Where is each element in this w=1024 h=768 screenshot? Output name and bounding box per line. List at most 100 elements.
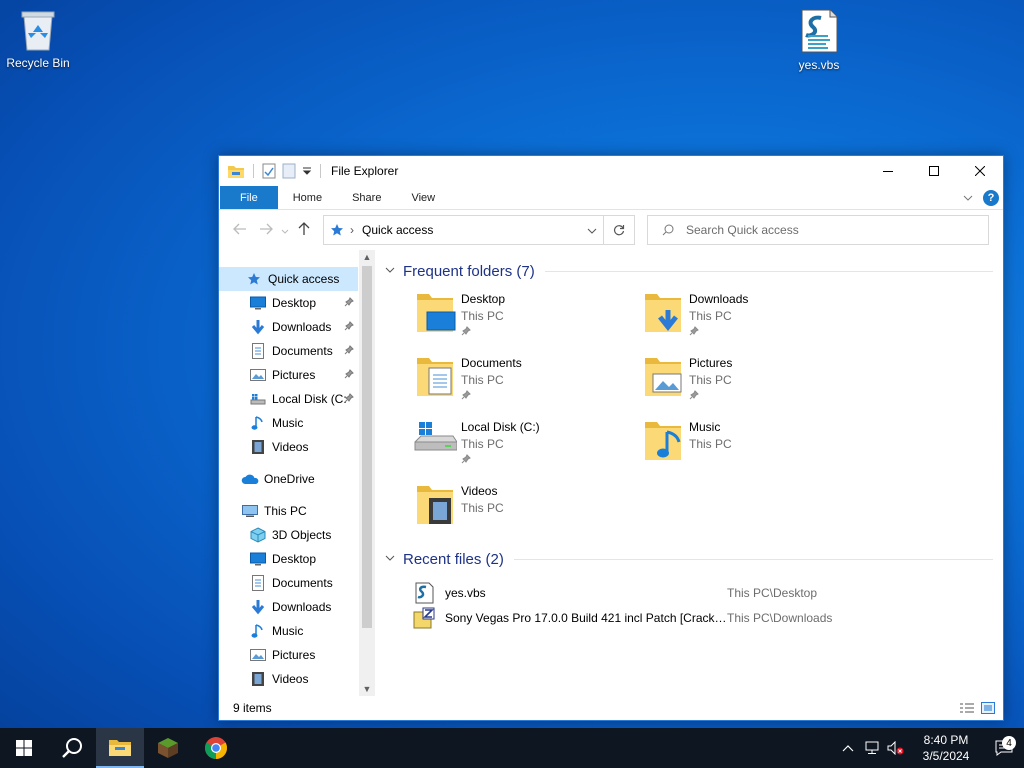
show-hidden-icons-button[interactable] — [836, 744, 860, 752]
scroll-up-icon[interactable]: ▲ — [359, 252, 375, 262]
recent-locations-button[interactable] — [279, 222, 291, 238]
music-folder-icon — [645, 422, 681, 460]
refresh-button[interactable] — [604, 215, 635, 245]
clock[interactable]: 8:40 PM 3/5/2024 — [908, 732, 984, 764]
volume-button[interactable] — [884, 741, 908, 755]
sidebar-item-music-pc[interactable]: Music — [219, 619, 358, 643]
sidebar-item-pictures[interactable]: Pictures — [219, 363, 358, 387]
sidebar-item-downloads-pc[interactable]: Downloads — [219, 595, 358, 619]
address-dropdown-icon[interactable] — [581, 223, 603, 237]
folder-tile-desktop[interactable]: Desktop This PC — [413, 286, 641, 350]
pin-icon — [344, 393, 354, 403]
folder-tile-downloads[interactable]: Downloads This PC — [641, 286, 869, 350]
maximize-button[interactable] — [911, 156, 957, 186]
sidebar-item-label: Music — [272, 624, 304, 638]
details-view-icon[interactable] — [959, 702, 975, 714]
music-icon — [249, 622, 267, 640]
folder-tile-documents[interactable]: Documents This PC — [413, 350, 641, 414]
folder-tile-videos[interactable]: Videos This PC — [413, 478, 641, 542]
expand-ribbon-icon[interactable] — [963, 194, 973, 202]
action-center-button[interactable]: 4 — [984, 736, 1024, 756]
videos-folder-icon — [417, 486, 453, 524]
nav-pane-scrollbar[interactable]: ▲ ▼ — [359, 250, 375, 696]
sidebar-item-label: Documents — [272, 344, 333, 358]
clock-date: 3/5/2024 — [922, 749, 970, 763]
recent-files-header[interactable]: Recent files (2) — [385, 548, 1003, 570]
taskbar-file-explorer[interactable] — [96, 728, 144, 768]
taskbar: 8:40 PM 3/5/2024 4 — [0, 728, 1024, 768]
collapse-chevron-icon[interactable] — [385, 554, 395, 565]
sidebar-item-quick-access[interactable]: Quick access — [219, 267, 358, 291]
new-folder-icon[interactable] — [282, 163, 296, 179]
sidebar-item-3d-objects[interactable]: 3D Objects — [219, 523, 358, 547]
sidebar-item-label: Downloads — [272, 600, 332, 614]
start-button[interactable] — [0, 728, 48, 768]
local-disk-icon — [414, 422, 457, 451]
tab-file[interactable]: File — [220, 186, 278, 209]
chrome-icon — [205, 737, 227, 759]
sidebar-item-videos[interactable]: Videos — [219, 435, 358, 459]
sidebar-item-this-pc[interactable]: This PC — [219, 499, 358, 523]
qat-dropdown-icon[interactable] — [302, 166, 312, 176]
taskbar-chrome[interactable] — [192, 728, 240, 768]
sidebar-item-label: 3D Objects — [272, 528, 332, 542]
recent-file-row[interactable]: yes.vbs This PC\Desktop — [413, 580, 1003, 605]
sidebar-item-label: OneDrive — [264, 472, 315, 486]
sidebar-item-desktop[interactable]: Desktop — [219, 291, 358, 315]
videos-icon — [249, 670, 267, 688]
pin-icon — [344, 369, 354, 379]
back-button[interactable] — [227, 222, 253, 238]
documents-icon — [249, 342, 267, 360]
sidebar-item-documents[interactable]: Documents — [219, 339, 358, 363]
sidebar-item-local-disk[interactable]: Local Disk (C: — [219, 387, 358, 411]
recent-file-row[interactable]: Sony Vegas Pro 17.0.0 Build 421 incl Pat… — [413, 605, 1003, 630]
frequent-folders-header[interactable]: Frequent folders (7) — [385, 260, 1003, 282]
sidebar-item-music[interactable]: Music — [219, 411, 358, 435]
folder-location: This PC — [461, 373, 504, 387]
scroll-down-icon[interactable]: ▼ — [359, 684, 375, 694]
downloads-icon — [249, 598, 267, 616]
breadcrumb-chevron-icon[interactable]: › — [350, 223, 354, 237]
sidebar-item-downloads[interactable]: Downloads — [219, 315, 358, 339]
pictures-icon — [249, 646, 267, 664]
sidebar-item-videos-pc[interactable]: Videos — [219, 667, 358, 691]
sidebar-item-label: Local Disk (C: — [272, 392, 347, 406]
up-button[interactable] — [291, 221, 317, 239]
tab-view[interactable]: View — [396, 186, 450, 209]
sidebar-item-onedrive[interactable]: OneDrive — [219, 467, 358, 491]
sidebar-item-documents-pc[interactable]: Documents — [219, 571, 358, 595]
recent-file-name: yes.vbs — [445, 585, 486, 600]
scrollbar-thumb[interactable] — [362, 266, 372, 628]
collapse-chevron-icon[interactable] — [385, 266, 395, 277]
properties-icon[interactable] — [262, 163, 276, 179]
large-icons-view-icon[interactable] — [981, 702, 995, 714]
sidebar-item-pictures-pc[interactable]: Pictures — [219, 643, 358, 667]
chevron-up-icon — [842, 745, 854, 752]
help-icon[interactable]: ? — [983, 189, 999, 206]
documents-folder-icon — [417, 358, 453, 396]
folder-location: This PC — [461, 437, 504, 451]
music-icon — [249, 414, 267, 432]
search-icon — [662, 224, 674, 236]
folder-tile-music[interactable]: Music This PC — [641, 414, 869, 478]
separator — [320, 164, 321, 178]
folder-tile-local-disk[interactable]: Local Disk (C:) This PC — [413, 414, 641, 478]
network-button[interactable] — [860, 741, 884, 755]
search-button[interactable] — [48, 728, 96, 768]
folder-tile-pictures[interactable]: Pictures This PC — [641, 350, 869, 414]
taskbar-minecraft[interactable] — [144, 728, 192, 768]
search-input[interactable]: Search Quick access — [647, 215, 989, 245]
recycle-bin-desktop-icon[interactable]: Recycle Bin — [0, 8, 76, 70]
forward-button[interactable] — [253, 222, 279, 238]
tab-share[interactable]: Share — [337, 186, 396, 209]
address-text: Quick access — [362, 223, 434, 237]
minimize-icon — [883, 171, 893, 172]
quick-access-star-icon — [331, 224, 343, 236]
folder-name: Videos — [461, 484, 498, 498]
address-bar[interactable]: › Quick access — [323, 215, 604, 245]
yes-vbs-desktop-icon[interactable]: yes.vbs — [781, 8, 857, 72]
sidebar-item-desktop-pc[interactable]: Desktop — [219, 547, 358, 571]
close-button[interactable] — [957, 156, 1003, 186]
tab-home[interactable]: Home — [278, 186, 337, 209]
minimize-button[interactable] — [865, 156, 911, 186]
